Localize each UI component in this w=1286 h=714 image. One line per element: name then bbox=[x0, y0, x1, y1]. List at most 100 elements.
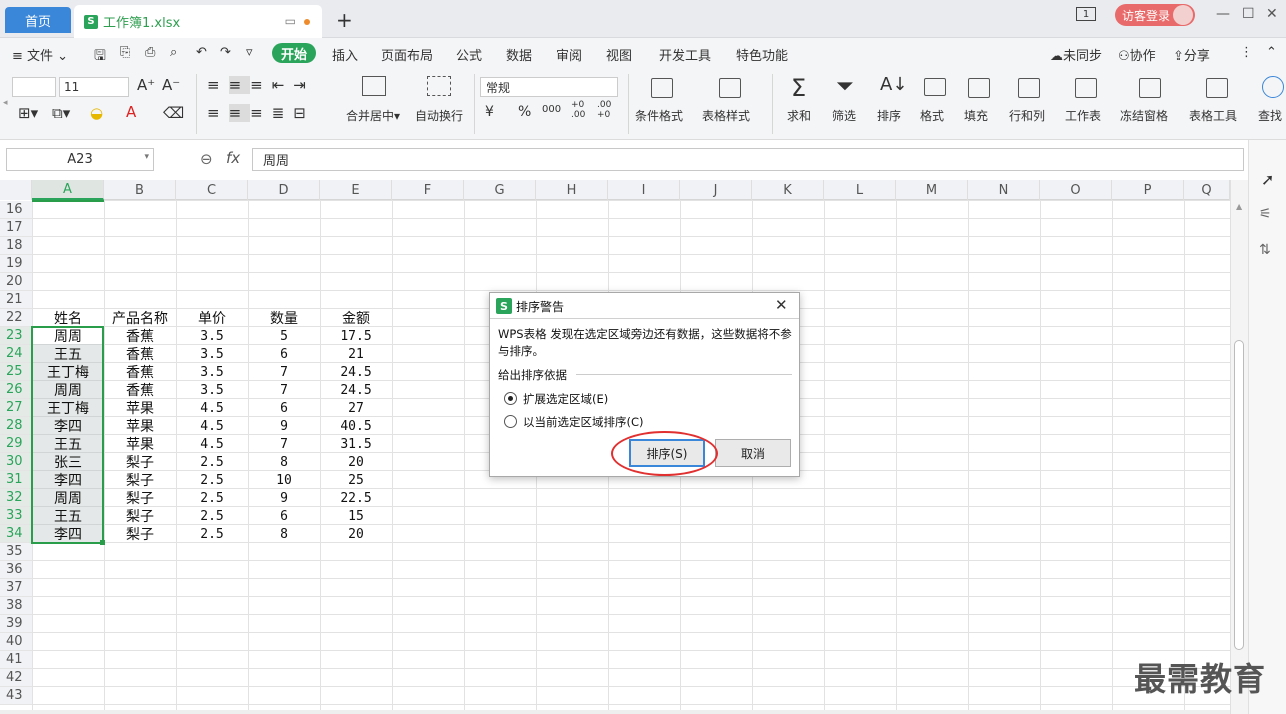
column-header-c[interactable]: C bbox=[176, 180, 248, 200]
table-cell[interactable]: 周周 bbox=[32, 489, 104, 507]
table-cell[interactable]: 6 bbox=[248, 507, 320, 525]
font-color-icon[interactable]: A bbox=[126, 103, 136, 121]
table-cell[interactable]: 香蕉 bbox=[104, 345, 176, 363]
row-header-43[interactable]: 43 bbox=[0, 687, 32, 705]
row-header-38[interactable]: 38 bbox=[0, 597, 32, 615]
undo-icon[interactable]: ↶ bbox=[196, 45, 207, 60]
radio-current-selection[interactable] bbox=[504, 415, 517, 428]
redo-icon[interactable]: ↷ bbox=[220, 45, 231, 60]
conditional-format-button[interactable]: 条件格式 bbox=[635, 107, 683, 124]
close-button[interactable]: ✕ bbox=[1266, 6, 1278, 22]
table-header-cell[interactable]: 数量 bbox=[248, 309, 320, 327]
table-cell[interactable]: 27 bbox=[320, 399, 392, 417]
table-cell[interactable]: 7 bbox=[248, 363, 320, 381]
file-menu[interactable]: ≡ 文件 ⌄ bbox=[12, 45, 68, 64]
table-cell[interactable]: 张三 bbox=[32, 453, 104, 471]
table-cell[interactable]: 40.5 bbox=[320, 417, 392, 435]
freeze-panes-button[interactable]: 冻结窗格 bbox=[1120, 107, 1168, 124]
format-button[interactable]: 格式 bbox=[920, 107, 944, 124]
conditional-format-icon[interactable] bbox=[651, 78, 673, 98]
increase-decimal-icon[interactable]: +0 .00 bbox=[571, 100, 591, 120]
table-cell[interactable]: 2.5 bbox=[176, 471, 248, 489]
column-header-o[interactable]: O bbox=[1040, 180, 1112, 200]
column-header-p[interactable]: P bbox=[1112, 180, 1184, 200]
row-header-17[interactable]: 17 bbox=[0, 219, 32, 237]
cell-style-icon[interactable]: ⧉▾ bbox=[52, 104, 70, 122]
transfer-icon[interactable]: ⇅ bbox=[1259, 242, 1271, 258]
settings-sliders-icon[interactable]: ⚟ bbox=[1259, 206, 1272, 222]
column-header-j[interactable]: J bbox=[680, 180, 752, 200]
increase-font-icon[interactable]: A⁺ bbox=[137, 76, 155, 94]
tab-workbook[interactable]: S 工作簿1.xlsx ▭ bbox=[74, 5, 322, 38]
wrap-text-icon[interactable] bbox=[427, 76, 451, 96]
table-cell[interactable]: 9 bbox=[248, 417, 320, 435]
table-cell[interactable]: 21 bbox=[320, 345, 392, 363]
table-cell[interactable]: 7 bbox=[248, 435, 320, 453]
fill-button[interactable]: 填充 bbox=[964, 107, 988, 124]
dialog-close-icon[interactable]: ✕ bbox=[775, 296, 788, 314]
row-header-31[interactable]: 31 bbox=[0, 471, 32, 489]
table-cell[interactable]: 2.5 bbox=[176, 507, 248, 525]
column-header-m[interactable]: M bbox=[896, 180, 968, 200]
screen-icon[interactable]: ▭ bbox=[285, 14, 296, 28]
table-cell[interactable]: 香蕉 bbox=[104, 363, 176, 381]
tab-view[interactable]: 视图 bbox=[606, 45, 632, 64]
row-header-34[interactable]: 34 bbox=[0, 525, 32, 543]
row-header-26[interactable]: 26 bbox=[0, 381, 32, 399]
table-cell[interactable]: 15 bbox=[320, 507, 392, 525]
row-header-25[interactable]: 25 bbox=[0, 363, 32, 381]
table-cell[interactable]: 2.5 bbox=[176, 489, 248, 507]
table-cell[interactable]: 4.5 bbox=[176, 417, 248, 435]
tab-developer[interactable]: 开发工具 bbox=[659, 45, 711, 64]
minimize-button[interactable]: — bbox=[1216, 6, 1230, 22]
table-cell[interactable]: 4.5 bbox=[176, 435, 248, 453]
table-cell[interactable]: 周周 bbox=[32, 381, 104, 399]
fill-icon[interactable] bbox=[968, 78, 990, 98]
select-all-corner[interactable] bbox=[0, 180, 32, 200]
table-cell[interactable]: 王丁梅 bbox=[32, 363, 104, 381]
share-button[interactable]: ⇪分享 bbox=[1173, 45, 1210, 64]
row-header-29[interactable]: 29 bbox=[0, 435, 32, 453]
table-cell[interactable]: 梨子 bbox=[104, 507, 176, 525]
table-header-cell[interactable]: 产品名称 bbox=[104, 309, 176, 327]
cancel-button[interactable]: 取消 bbox=[715, 439, 791, 467]
table-cell[interactable]: 梨子 bbox=[104, 453, 176, 471]
row-col-icon[interactable] bbox=[1018, 78, 1040, 98]
collapse-ribbon-icon[interactable]: ⌃ bbox=[1266, 45, 1277, 60]
tab-special-features[interactable]: 特色功能 bbox=[736, 45, 788, 64]
table-cell[interactable]: 王丁梅 bbox=[32, 399, 104, 417]
tab-page-layout[interactable]: 页面布局 bbox=[381, 45, 433, 64]
table-cell[interactable]: 6 bbox=[248, 399, 320, 417]
percent-icon[interactable]: % bbox=[518, 104, 531, 120]
current-selection-label[interactable]: 以当前选定区域排序(C) bbox=[523, 414, 644, 430]
table-cell[interactable]: 梨子 bbox=[104, 525, 176, 543]
vertical-scrollbar[interactable]: ▲ bbox=[1230, 180, 1248, 714]
table-cell[interactable]: 苹果 bbox=[104, 399, 176, 417]
worksheet-icon[interactable] bbox=[1075, 78, 1097, 98]
sum-button[interactable]: 求和 bbox=[787, 107, 811, 124]
table-cell[interactable]: 梨子 bbox=[104, 471, 176, 489]
row-header-32[interactable]: 32 bbox=[0, 489, 32, 507]
decrease-decimal-icon[interactable]: .00 +0 bbox=[597, 100, 617, 120]
page-count-badge[interactable]: 1 bbox=[1076, 7, 1096, 21]
sum-icon[interactable]: Σ bbox=[791, 74, 806, 102]
table-cell[interactable]: 3.5 bbox=[176, 363, 248, 381]
freeze-panes-icon[interactable] bbox=[1139, 78, 1161, 98]
fx-icon[interactable]: fx bbox=[226, 149, 240, 167]
table-cell[interactable]: 20 bbox=[320, 453, 392, 471]
table-cell[interactable]: 22.5 bbox=[320, 489, 392, 507]
sort-icon[interactable]: A↓ bbox=[880, 74, 907, 95]
column-header-k[interactable]: K bbox=[752, 180, 824, 200]
column-header-n[interactable]: N bbox=[968, 180, 1040, 200]
sort-button[interactable]: 排序 bbox=[877, 107, 901, 124]
table-cell[interactable]: 8 bbox=[248, 525, 320, 543]
table-cell[interactable]: 17.5 bbox=[320, 327, 392, 345]
more-icon[interactable]: ⋮ bbox=[1240, 45, 1253, 60]
row-header-23[interactable]: 23 bbox=[0, 327, 32, 345]
table-cell[interactable]: 苹果 bbox=[104, 417, 176, 435]
scroll-up-icon[interactable]: ▲ bbox=[1236, 202, 1242, 211]
formula-input[interactable]: 周周 bbox=[252, 148, 1244, 171]
number-format-select[interactable]: 常规 bbox=[480, 77, 618, 97]
print-icon[interactable]: ⎙ bbox=[145, 45, 155, 60]
filter-button[interactable]: 筛选 bbox=[832, 107, 856, 124]
